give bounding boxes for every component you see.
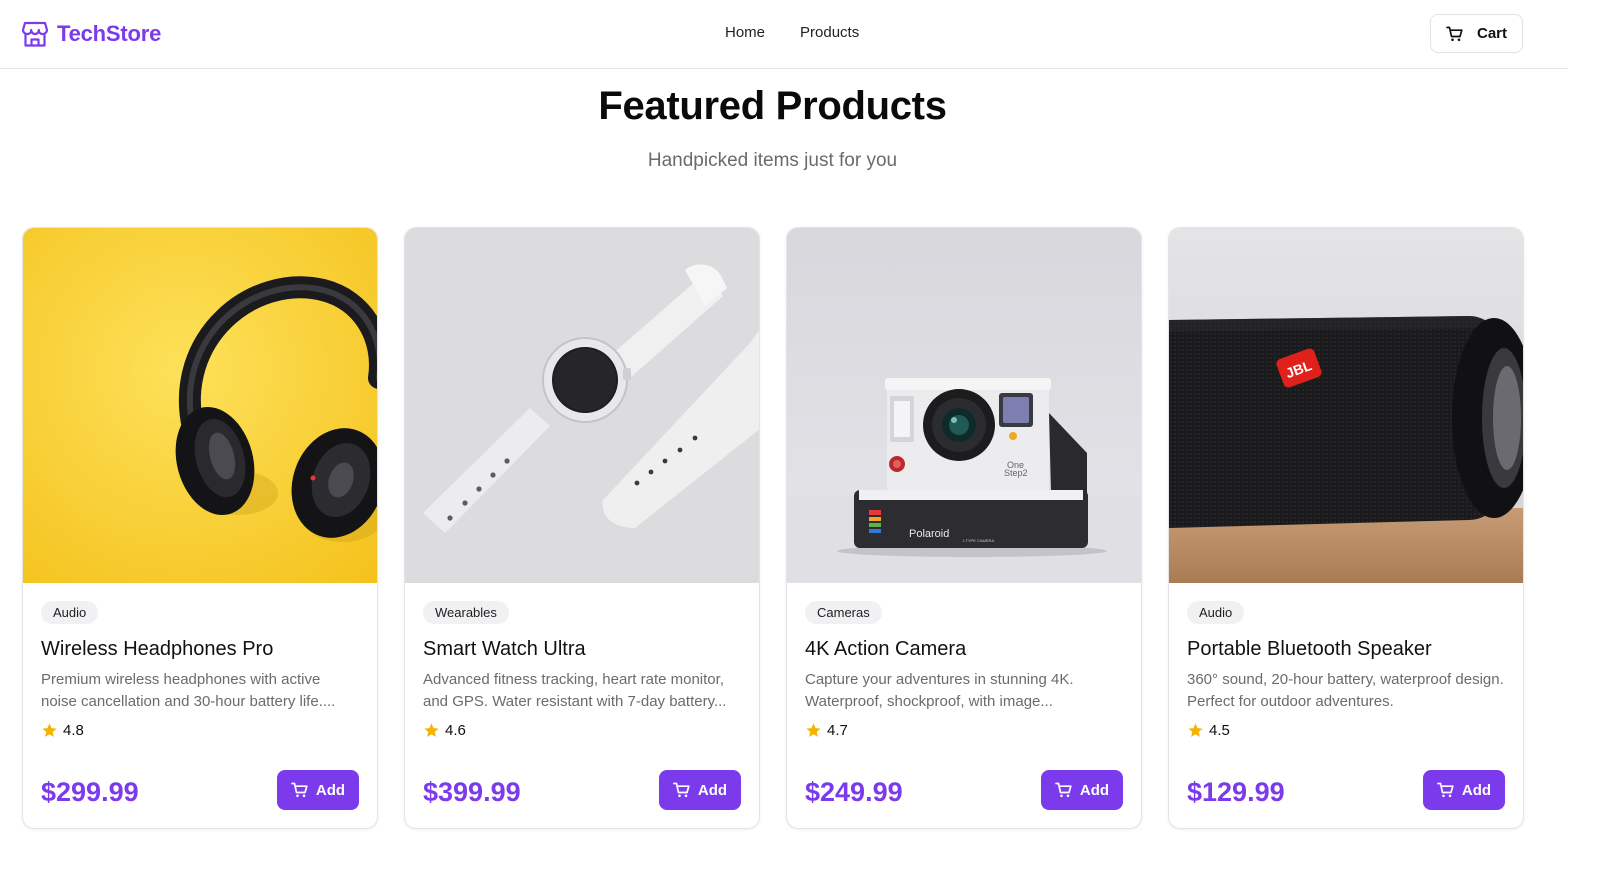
product-description: Premium wireless headphones with active … [41, 671, 336, 710]
star-icon [806, 723, 821, 737]
top-navbar: TechStore Home Products Cart [0, 0, 1568, 69]
rating-value: 4.8 [63, 722, 84, 739]
product-name[interactable]: Wireless Headphones Pro [41, 638, 359, 661]
category-badge: Audio [41, 601, 99, 624]
product-description: Advanced fitness tracking, heart rate mo… [423, 671, 727, 710]
category-badge: Wearables [423, 601, 509, 624]
product-rating: 4.7 [805, 722, 1123, 739]
rating-value: 4.7 [827, 722, 848, 739]
product-card[interactable]: Wearables Smart Watch Ultra Advanced fit… [404, 227, 760, 829]
product-name[interactable]: Portable Bluetooth Speaker [1187, 638, 1505, 661]
star-icon [424, 723, 439, 737]
brand-logo[interactable]: TechStore [22, 19, 161, 49]
product-rating: 4.6 [423, 722, 741, 739]
cart-icon [291, 782, 308, 798]
category-badge: Cameras [805, 601, 882, 624]
rating-value: 4.5 [1209, 722, 1230, 739]
product-description: Capture your adventures in stunning 4K. … [805, 671, 1074, 710]
product-price: $399.99 [423, 777, 521, 807]
product-price: $249.99 [805, 777, 903, 807]
category-badge: Audio [1187, 601, 1245, 624]
product-price: $129.99 [1187, 777, 1285, 807]
camera-brand-text: Polaroid [909, 528, 949, 540]
add-to-cart-button[interactable]: Add [1041, 770, 1123, 810]
cart-icon [1055, 782, 1072, 798]
brand-name: TechStore [57, 21, 162, 46]
camera-step-text: Step2 [1004, 468, 1028, 478]
product-image-speaker[interactable]: JBL [1169, 228, 1523, 583]
product-card[interactable]: Audio Wireless Headphones Pro Premium wi… [22, 227, 378, 829]
cart-icon [1446, 26, 1463, 41]
product-card[interactable]: Polaroid I-TYPE CAMERA One Step2 Cameras… [786, 227, 1142, 829]
camera-model-text: I-TYPE CAMERA [963, 538, 994, 543]
cart-button[interactable]: Cart [1430, 14, 1523, 53]
product-rating: 4.8 [41, 722, 359, 739]
add-to-cart-button[interactable]: Add [659, 770, 741, 810]
product-description: 360° sound, 20-hour battery, waterproof … [1187, 671, 1504, 710]
cart-icon [673, 782, 690, 798]
star-icon [42, 723, 57, 737]
product-price: $299.99 [41, 777, 139, 807]
main-nav: Home Products [725, 23, 859, 43]
star-icon [1188, 723, 1203, 737]
add-button-label: Add [1461, 781, 1492, 799]
add-to-cart-button[interactable]: Add [1423, 770, 1505, 810]
page-title: Featured Products [598, 84, 947, 128]
add-to-cart-button[interactable]: Add [277, 770, 359, 810]
add-button-label: Add [697, 781, 728, 799]
store-icon [22, 21, 48, 47]
cart-icon [1437, 782, 1454, 798]
add-button-label: Add [315, 781, 346, 799]
nav-home[interactable]: Home [725, 23, 765, 43]
nav-products[interactable]: Products [800, 23, 859, 43]
product-image-headphones[interactable] [23, 228, 377, 583]
product-card[interactable]: JBL Audio Portable Bluetooth Speaker 360… [1168, 227, 1524, 829]
product-image-smartwatch[interactable] [405, 228, 759, 583]
cart-label: Cart [1476, 25, 1507, 42]
page-subtitle: Handpicked items just for you [647, 150, 898, 171]
rating-value: 4.6 [445, 722, 466, 739]
product-name[interactable]: 4K Action Camera [805, 638, 1123, 661]
add-button-label: Add [1079, 781, 1110, 799]
product-rating: 4.5 [1187, 722, 1505, 739]
product-image-camera[interactable]: Polaroid I-TYPE CAMERA One Step2 [787, 228, 1141, 583]
product-name[interactable]: Smart Watch Ultra [423, 638, 741, 661]
